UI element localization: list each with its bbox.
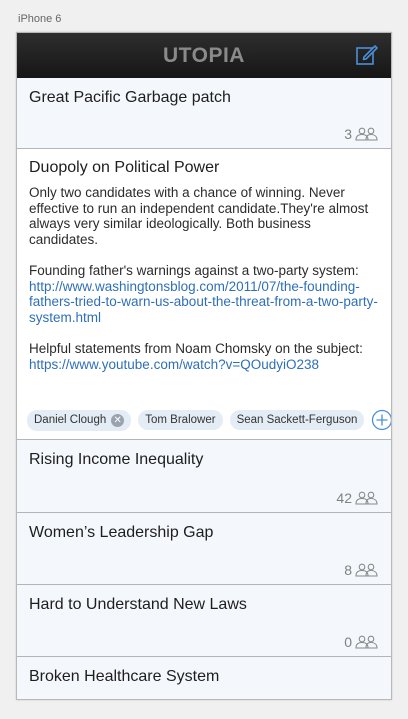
compose-icon[interactable] (355, 43, 379, 67)
issue-description: Only two candidates with a chance of win… (17, 177, 391, 372)
description-paragraph: Helpful statements from Noam Chomsky on … (29, 341, 363, 372)
member-tag-label: Tom Bralower (145, 414, 216, 426)
issue-title: Great Pacific Garbage patch (29, 89, 231, 106)
remove-tag-icon[interactable]: ✕ (111, 413, 125, 427)
issue-row-expanded[interactable]: Duopoly on Political Power Only two cand… (17, 149, 391, 440)
issue-row[interactable]: Hard to Understand New Laws 0 (17, 585, 391, 657)
member-count: 0 (344, 634, 379, 650)
device-label: iPhone 6 (18, 13, 62, 25)
add-circle-icon[interactable] (371, 409, 392, 431)
member-tag-label: Sean Sackett-Ferguson (236, 414, 358, 426)
member-count: 42 (336, 490, 379, 506)
issue-title: Duopoly on Political Power (29, 159, 220, 176)
issue-title: Women’s Leadership Gap (29, 524, 214, 541)
issue-title: Broken Healthcare System (29, 668, 220, 685)
people-icon (355, 635, 378, 649)
member-tag-label: Daniel Clough (34, 414, 107, 426)
member-tags: Daniel Clough ✕ Tom Bralower Sean Sacket… (27, 409, 392, 431)
people-icon (355, 127, 378, 141)
description-paragraph: Only two candidates with a chance of win… (29, 185, 369, 247)
reference-link[interactable]: https://www.youtube.com/watch?v=QOudyiO2… (29, 357, 319, 372)
member-count-value: 3 (344, 126, 352, 142)
member-tag[interactable]: Sean Sackett-Ferguson (229, 410, 365, 430)
navbar: UTOPIA (17, 33, 391, 78)
description-paragraph: Founding father's warnings against a two… (29, 263, 378, 325)
issue-row[interactable]: Rising Income Inequality 42 (17, 440, 391, 513)
member-count: 3 (344, 126, 379, 142)
member-count-value: 42 (336, 490, 352, 506)
reference-link[interactable]: http://www.washingtonsblog.com/2011/07/t… (29, 279, 378, 325)
phone-frame: UTOPIA Great Pacific Garbage patch 3 Duo… (16, 32, 392, 700)
issue-row[interactable]: Broken Healthcare System (17, 657, 391, 699)
issue-title: Rising Income Inequality (29, 451, 204, 468)
member-count-value: 8 (344, 562, 352, 578)
issue-row[interactable]: Great Pacific Garbage patch 3 (17, 78, 391, 149)
member-count: 8 (344, 562, 379, 578)
member-tag[interactable]: Tom Bralower (138, 410, 223, 430)
people-icon (355, 491, 378, 505)
app-title: UTOPIA (163, 43, 245, 67)
issue-title: Hard to Understand New Laws (29, 596, 247, 613)
issue-row[interactable]: Women’s Leadership Gap 8 (17, 513, 391, 585)
people-icon (355, 563, 378, 577)
member-count-value: 0 (344, 634, 352, 650)
member-tag[interactable]: Daniel Clough ✕ (27, 409, 132, 431)
